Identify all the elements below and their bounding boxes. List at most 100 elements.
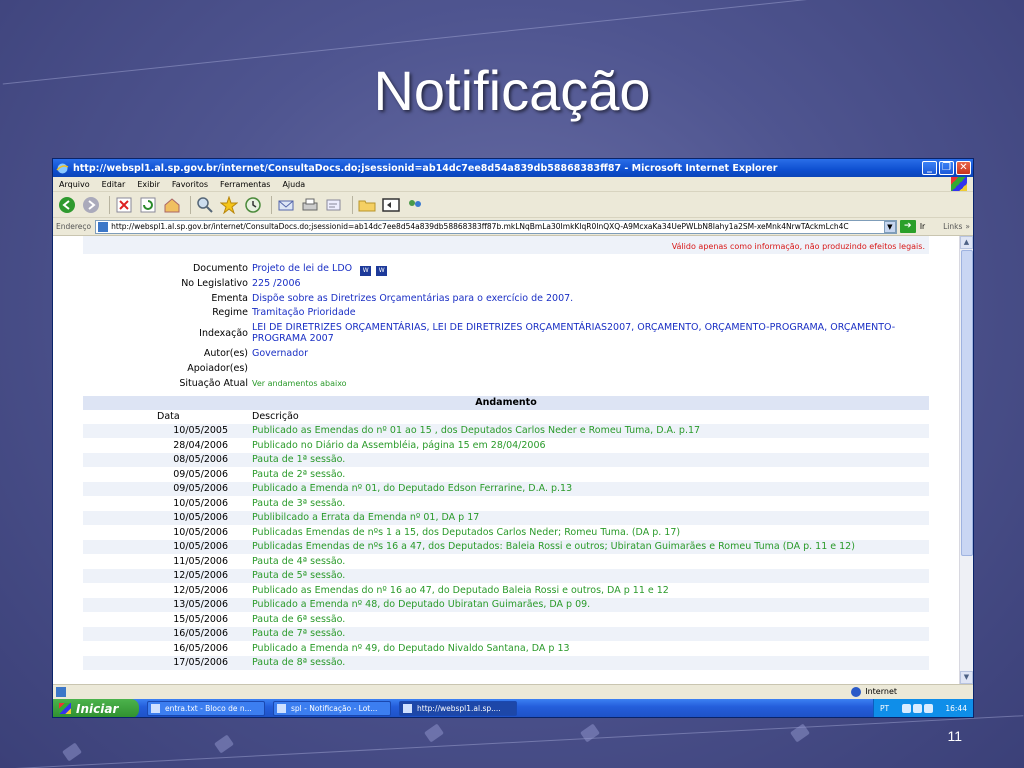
- andamento-date: 16/05/2006: [173, 642, 228, 654]
- situacao-label: Situação Atual: [179, 377, 248, 389]
- indexacao-label: Indexação: [199, 328, 248, 340]
- network-icon[interactable]: [912, 704, 922, 713]
- toolbar-separator: [271, 195, 272, 214]
- taskbar-item-spl[interactable]: spl - Notificação - Lot...: [273, 701, 391, 716]
- legislativo-label: No Legislativo: [181, 277, 248, 289]
- start-button[interactable]: Iniciar: [53, 699, 139, 717]
- scroll-up-icon[interactable]: ▲: [960, 236, 973, 249]
- window-icon[interactable]: [381, 195, 401, 215]
- andamento-row: 12/05/2006 Pauta de 5ª sessão.: [83, 568, 929, 584]
- situacao-link[interactable]: Ver andamentos abaixo: [252, 377, 929, 390]
- indexacao-row: Indexação LEI DE DIRETRIZES ORÇAMENTÁRIA…: [83, 321, 929, 347]
- menu-editar[interactable]: Editar: [102, 180, 126, 189]
- background-decoration: [580, 723, 600, 743]
- indexacao-value: LEI DE DIRETRIZES ORÇAMENTÁRIAS, LEI DE …: [252, 322, 896, 344]
- andamento-date: 11/05/2006: [173, 555, 228, 567]
- andamento-description: Publicado no Diário da Assembléia, págin…: [252, 439, 546, 451]
- windows-logo-icon: [951, 177, 967, 191]
- andamento-description: Publibilcado a Errata da Emenda nº 01, D…: [252, 512, 480, 524]
- clock: 16:44: [945, 704, 967, 713]
- situacao-row: Situação Atual Ver andamentos abaixo: [83, 377, 929, 392]
- andamento-date: 09/05/2006: [173, 468, 228, 480]
- andamento-description: Pauta de 8ª sessão.: [252, 657, 346, 669]
- andamento-description: Pauta de 2ª sessão.: [252, 468, 346, 480]
- regime-row: Regime Tramitação Prioridade: [83, 306, 929, 321]
- background-decoration: [0, 715, 1024, 768]
- andamento-row: 09/05/2006 Pauta de 2ª sessão.: [83, 467, 929, 482]
- browser-window: http://webspl1.al.sp.gov.br/internet/Con…: [52, 158, 974, 718]
- address-input[interactable]: http://webspl1.al.sp.gov.br/internet/Con…: [95, 219, 897, 234]
- volume-icon[interactable]: [923, 704, 933, 713]
- favorites-icon[interactable]: [219, 195, 239, 215]
- refresh-icon[interactable]: [138, 195, 158, 215]
- scroll-thumb[interactable]: [961, 250, 973, 556]
- address-bar: Endereço http://webspl1.al.sp.gov.br/int…: [53, 218, 973, 236]
- messenger-icon[interactable]: [405, 195, 425, 215]
- andamento-row: 10/05/2006 Publicadas Emendas de nºs 1 a …: [83, 525, 929, 540]
- slide-page-number: 11: [947, 728, 962, 744]
- taskbar-item-notepad[interactable]: entra.txt - Bloco de n...: [147, 701, 265, 716]
- menu-exibir[interactable]: Exibir: [137, 180, 160, 189]
- menu-favoritos[interactable]: Favoritos: [172, 180, 208, 189]
- andamento-row: 09/05/2006 Publicado a Emenda nº 01, do D…: [83, 481, 929, 497]
- minimize-button[interactable]: _: [922, 161, 937, 175]
- language-indicator[interactable]: PT: [880, 704, 889, 713]
- scroll-down-icon[interactable]: ▼: [960, 671, 973, 684]
- restore-button[interactable]: ❐: [939, 161, 954, 175]
- legislativo-value: 225 /2006: [252, 277, 301, 289]
- andamento-date: 16/05/2006: [173, 628, 228, 640]
- menu-arquivo[interactable]: Arquivo: [59, 180, 90, 189]
- go-button[interactable]: Ir: [920, 222, 925, 231]
- folder-icon[interactable]: [357, 195, 377, 215]
- andamento-date: 10/05/2006: [173, 541, 228, 553]
- address-label: Endereço: [56, 222, 92, 231]
- andamento-row: 11/05/2006 Pauta de 4ª sessão.: [83, 554, 929, 569]
- edit-icon[interactable]: [324, 195, 344, 215]
- home-icon[interactable]: [162, 195, 182, 215]
- window-titlebar[interactable]: http://webspl1.al.sp.gov.br/internet/Con…: [53, 159, 973, 177]
- documento-row: Documento Projeto de lei de LDO WW: [83, 262, 929, 277]
- andamento-row: 13/05/2006 Publicado a Emenda nº 48, do D…: [83, 597, 929, 613]
- background-decoration: [424, 723, 444, 743]
- word-document-icon[interactable]: W: [376, 266, 388, 276]
- andamento-date: 10/05/2005: [173, 425, 228, 437]
- forward-icon[interactable]: [81, 195, 101, 215]
- andamento-date: 09/05/2006: [173, 483, 228, 495]
- vertical-scrollbar[interactable]: ▲ ▼: [959, 236, 973, 684]
- autor-value: Governador: [252, 348, 308, 360]
- address-url: http://webspl1.al.sp.gov.br/internet/Con…: [111, 222, 849, 231]
- autor-row: Autor(es) Governador: [83, 347, 929, 362]
- print-icon[interactable]: [300, 195, 320, 215]
- links-expand-icon[interactable]: »: [965, 222, 970, 231]
- history-icon[interactable]: [243, 195, 263, 215]
- andamento-date: 10/05/2006: [173, 526, 228, 538]
- search-icon[interactable]: [195, 195, 215, 215]
- links-button[interactable]: Links: [943, 222, 962, 231]
- menu-ferramentas[interactable]: Ferramentas: [220, 180, 270, 189]
- menu-ajuda[interactable]: Ajuda: [282, 180, 305, 189]
- toolbar-separator: [109, 195, 110, 214]
- ementa-value: Dispõe sobre as Diretrizes Orçamentárias…: [252, 292, 574, 304]
- tray-back-icon[interactable]: [901, 704, 911, 713]
- word-document-icon[interactable]: W: [360, 266, 372, 276]
- ementa-label: Ementa: [211, 292, 248, 304]
- start-label: Iniciar: [76, 701, 119, 716]
- close-button[interactable]: ✕: [956, 161, 971, 175]
- taskbar-item-browser[interactable]: http://webspl1.al.sp....: [399, 701, 517, 716]
- andamento-description: Publicado as Emendas do nº 01 ao 15 , do…: [252, 425, 701, 437]
- stop-icon[interactable]: [114, 195, 134, 215]
- andamento-description: Pauta de 6ª sessão.: [252, 613, 346, 625]
- andamento-date: 15/05/2006: [173, 613, 228, 625]
- apoiador-label: Apoiador(es): [187, 362, 248, 374]
- andamento-date: 10/05/2006: [173, 497, 228, 509]
- back-icon[interactable]: [57, 195, 77, 215]
- andamento-date: 28/04/2006: [173, 439, 228, 451]
- windows-taskbar: Iniciar entra.txt - Bloco de n... spl - …: [53, 699, 973, 717]
- address-dropdown-icon[interactable]: ▼: [883, 220, 896, 233]
- mail-icon[interactable]: [276, 195, 296, 215]
- andamento-description: Publicado a Emenda nº 48, do Deputado Ub…: [252, 599, 591, 611]
- andamento-description: Pauta de 4ª sessão.: [252, 555, 346, 567]
- description-column-header: Descrição: [252, 410, 299, 422]
- documento-link[interactable]: Projeto de lei de LDO: [252, 263, 352, 274]
- go-arrow-icon[interactable]: ➔: [899, 220, 916, 233]
